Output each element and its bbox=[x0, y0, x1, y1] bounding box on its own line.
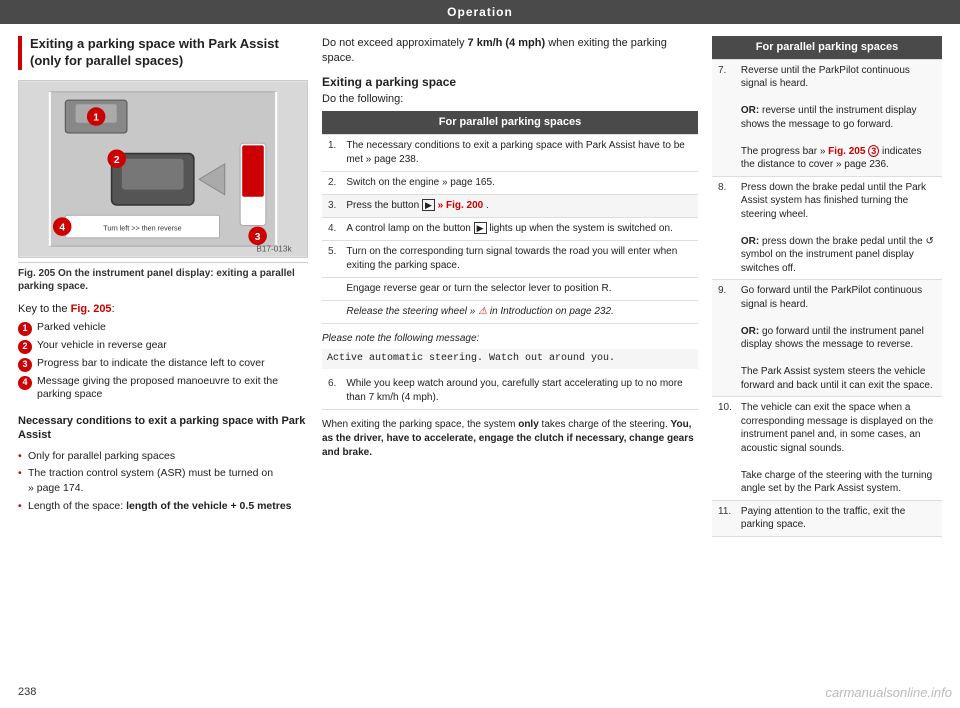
exiting-heading: Exiting a parking space bbox=[322, 75, 698, 89]
table-row: 4. A control lamp on the button ▶ lights… bbox=[322, 218, 698, 241]
conditions-list: Only for parallel parking spaces The tra… bbox=[18, 449, 308, 514]
row-num: 10. bbox=[712, 397, 735, 501]
footer: 238 bbox=[0, 688, 960, 708]
row-num: 5. bbox=[322, 241, 340, 278]
row-content: While you keep watch around you, careful… bbox=[340, 373, 698, 410]
circle-1: 1 bbox=[18, 322, 32, 336]
content-area: Exiting a parking space with Park Assist… bbox=[0, 24, 960, 688]
row-content: Paying attention to the traffic, exit th… bbox=[735, 500, 942, 536]
right-column: For parallel parking spaces 7. Reverse u… bbox=[712, 36, 942, 676]
parallel-table-2: 6. While you keep watch around you, care… bbox=[322, 373, 698, 410]
table-row: 6. While you keep watch around you, care… bbox=[322, 373, 698, 410]
or-label: OR: bbox=[741, 105, 759, 116]
row-num: 1. bbox=[322, 135, 340, 172]
table-header-row: For parallel parking spaces bbox=[322, 111, 698, 135]
or-label: OR: bbox=[741, 236, 759, 247]
row-content: The necessary conditions to exit a parki… bbox=[340, 135, 698, 172]
left-column: Exiting a parking space with Park Assist… bbox=[18, 36, 308, 676]
page-number: 238 bbox=[18, 686, 36, 698]
svg-text:B17-013k: B17-013k bbox=[256, 244, 292, 253]
table-row: 3. Press the button ▶ » Fig. 200 . bbox=[322, 195, 698, 218]
header-title: Operation bbox=[447, 5, 513, 19]
middle-column: Do not exceed approximately 7 km/h (4 mp… bbox=[322, 36, 698, 676]
speed-note: Do not exceed approximately 7 km/h (4 mp… bbox=[322, 36, 698, 67]
row-content: Go forward until the ParkPilot continuou… bbox=[735, 280, 942, 397]
list-item: 3 Progress bar to indicate the distance … bbox=[18, 357, 308, 372]
row-content: Engage reverse gear or turn the selector… bbox=[340, 278, 698, 301]
row-content: Reverse until the ParkPilot continuous s… bbox=[735, 59, 942, 176]
table-row: 11. Paying attention to the traffic, exi… bbox=[712, 500, 942, 536]
row-content: Press down the brake pedal until the Par… bbox=[735, 176, 942, 280]
right-table-header: For parallel parking spaces bbox=[712, 36, 942, 59]
fig-caption: Fig. 205 On the instrument panel display… bbox=[18, 262, 308, 293]
monospace-message: Active automatic steering. Watch out aro… bbox=[322, 349, 698, 369]
key-list: 1 Parked vehicle 2 Your vehicle in rever… bbox=[18, 321, 308, 402]
do-following: Do the following: bbox=[322, 93, 698, 105]
list-item: Length of the space: length of the vehic… bbox=[18, 499, 308, 514]
button-icon: ▶ bbox=[474, 222, 487, 234]
circle-4: 4 bbox=[18, 376, 32, 390]
key-title: Key to the Fig. 205: bbox=[18, 303, 308, 315]
row-num bbox=[322, 301, 340, 324]
table-row: 8. Press down the brake pedal until the … bbox=[712, 176, 942, 280]
list-item: Only for parallel parking spaces bbox=[18, 449, 308, 464]
table-row: 7. Reverse until the ParkPilot continuou… bbox=[712, 59, 942, 176]
list-item: 1 Parked vehicle bbox=[18, 321, 308, 336]
list-item: 4 Message giving the proposed manoeuvre … bbox=[18, 375, 308, 402]
svg-text:4: 4 bbox=[59, 222, 65, 233]
parallel-table: For parallel parking spaces 1. The neces… bbox=[322, 111, 698, 324]
row-content: A control lamp on the button ▶ lights up… bbox=[340, 218, 698, 241]
svg-text:Turn left >> then reverse: Turn left >> then reverse bbox=[103, 223, 181, 232]
table-row: 1. The necessary conditions to exit a pa… bbox=[322, 135, 698, 172]
table-row: Engage reverse gear or turn the selector… bbox=[322, 278, 698, 301]
row-content: Press the button ▶ » Fig. 200 . bbox=[340, 195, 698, 218]
row-num: 11. bbox=[712, 500, 735, 536]
table-row: 10. The vehicle can exit the space when … bbox=[712, 397, 942, 501]
row-num: 8. bbox=[712, 176, 735, 280]
row-num: 7. bbox=[712, 59, 735, 176]
button-icon: ▶ bbox=[422, 199, 435, 211]
circle-2: 2 bbox=[18, 340, 32, 354]
row-content: Release the steering wheel » ⚠ in Introd… bbox=[340, 301, 698, 324]
circle-3: 3 bbox=[18, 358, 32, 372]
speed-value: 7 km/h (4 mph) bbox=[468, 37, 546, 49]
section-title: Exiting a parking space with Park Assist… bbox=[30, 36, 308, 70]
row-num: 4. bbox=[322, 218, 340, 241]
warning-note: When exiting the parking space, the syst… bbox=[322, 418, 698, 460]
row-num: 2. bbox=[322, 172, 340, 195]
row-num: 6. bbox=[322, 373, 340, 410]
watermark: carmanualsonline.info bbox=[826, 685, 952, 700]
row-num: 3. bbox=[322, 195, 340, 218]
fig-caption-text: Fig. 205 On the instrument panel display… bbox=[18, 268, 295, 292]
table-header-row: For parallel parking spaces bbox=[712, 36, 942, 59]
car-diagram: 1 2 3 Turn left bbox=[18, 80, 308, 258]
warning-icon: ⚠ bbox=[478, 306, 487, 317]
table-row: 5. Turn on the corresponding turn signal… bbox=[322, 241, 698, 278]
row-content: The vehicle can exit the space when a co… bbox=[735, 397, 942, 501]
necessary-conditions-title: Necessary conditions to exit a parking s… bbox=[18, 414, 308, 443]
please-note: Please note the following message: bbox=[322, 332, 698, 345]
svg-text:3: 3 bbox=[255, 232, 261, 243]
table-header: For parallel parking spaces bbox=[322, 111, 698, 135]
list-item: The traction control system (ASR) must b… bbox=[18, 466, 308, 495]
svg-text:2: 2 bbox=[114, 155, 120, 166]
page-container: Operation Exiting a parking space with P… bbox=[0, 0, 960, 708]
right-table: For parallel parking spaces 7. Reverse u… bbox=[712, 36, 942, 537]
table-row: 9. Go forward until the ParkPilot contin… bbox=[712, 280, 942, 397]
list-item: 2 Your vehicle in reverse gear bbox=[18, 339, 308, 354]
row-num bbox=[322, 278, 340, 301]
fig-ref: Fig. 205 3 bbox=[825, 146, 879, 157]
row-content: Switch on the engine » page 165. bbox=[340, 172, 698, 195]
row-num: 9. bbox=[712, 280, 735, 397]
bullet-intro-pre: Do not exceed approximately bbox=[322, 37, 468, 49]
svg-text:1: 1 bbox=[93, 112, 99, 123]
row-content: Turn on the corresponding turn signal to… bbox=[340, 241, 698, 278]
table-row: 2. Switch on the engine » page 165. bbox=[322, 172, 698, 195]
page-header: Operation bbox=[0, 0, 960, 24]
section-title-box: Exiting a parking space with Park Assist… bbox=[18, 36, 308, 70]
or-label: OR: bbox=[741, 326, 759, 337]
table-row: Release the steering wheel » ⚠ in Introd… bbox=[322, 301, 698, 324]
